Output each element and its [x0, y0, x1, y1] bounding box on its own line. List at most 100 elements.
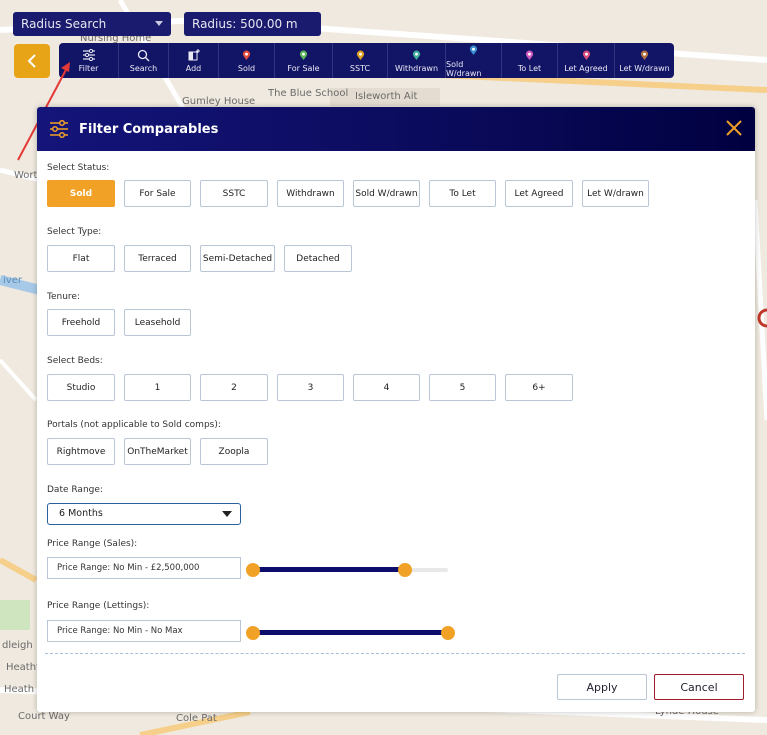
- price-lettings-field[interactable]: Price Range: No Min - No Max: [47, 620, 241, 642]
- radius-value-text: Radius: 500.00 m: [192, 17, 298, 31]
- portals-section-label: Portals (not applicable to Sold comps):: [47, 420, 221, 430]
- pin-icon: [412, 48, 421, 62]
- toolbar-sold-button[interactable]: Sold: [219, 43, 275, 78]
- slider-fill: [253, 630, 448, 635]
- toolbar-label: Let Agreed: [564, 64, 608, 73]
- status-option-let-agreed[interactable]: Let Agreed: [505, 180, 573, 207]
- slider-min-handle[interactable]: [246, 626, 260, 640]
- tenure-option-leasehold[interactable]: Leasehold: [124, 309, 191, 336]
- filter-icon: [50, 120, 68, 138]
- radius-search-select[interactable]: Radius Search: [13, 12, 171, 36]
- beds-option-3[interactable]: 3: [277, 374, 344, 401]
- status-option-to-let[interactable]: To Let: [429, 180, 496, 207]
- tenure-option-freehold[interactable]: Freehold: [47, 309, 115, 336]
- price-lettings-label: Price Range (Lettings):: [47, 601, 150, 611]
- toolbar-label: Let W/drawn: [619, 64, 670, 73]
- slider-max-handle[interactable]: [441, 626, 455, 640]
- beds-option-5[interactable]: 5: [429, 374, 496, 401]
- status-option-let-wdrawn[interactable]: Let W/drawn: [582, 180, 649, 207]
- pin-icon: [582, 48, 591, 62]
- toolbar-label: Sold: [237, 64, 256, 73]
- tenure-section-label: Tenure:: [47, 292, 80, 302]
- type-section-label: Select Type:: [47, 227, 102, 237]
- type-option-terraced[interactable]: Terraced: [124, 245, 191, 272]
- beds-option-2[interactable]: 2: [200, 374, 268, 401]
- map-label: Cole Pat: [176, 713, 217, 724]
- price-lettings-value: Price Range: No Min - No Max: [57, 626, 183, 636]
- portal-option-onthemarket[interactable]: OnTheMarket: [124, 438, 191, 465]
- pin-icon: [356, 48, 365, 62]
- status-option-withdrawn[interactable]: Withdrawn: [277, 180, 344, 207]
- toolbar-add-button[interactable]: Add: [169, 43, 219, 78]
- pin-icon: [525, 48, 534, 62]
- toolbar-for-sale-button[interactable]: For Sale: [275, 43, 333, 78]
- portal-option-zoopla[interactable]: Zoopla: [200, 438, 268, 465]
- status-option-sold[interactable]: Sold: [47, 180, 115, 207]
- beds-options: Studio 1 2 3 4 5 6+: [47, 374, 573, 401]
- slider-fill: [253, 567, 406, 572]
- toolbar-let-wdrawn-button[interactable]: Let W/drawn: [615, 43, 674, 78]
- toolbar-label: Add: [185, 64, 202, 73]
- status-section-label: Select Status:: [47, 163, 110, 173]
- toolbar-withdrawn-button[interactable]: Withdrawn: [388, 43, 446, 78]
- cancel-button[interactable]: Cancel: [654, 674, 744, 700]
- apply-button[interactable]: Apply: [557, 674, 647, 700]
- date-range-label: Date Range:: [47, 485, 103, 495]
- price-sales-slider[interactable]: [246, 562, 448, 578]
- pin-icon: [640, 48, 649, 62]
- filter-icon: [82, 48, 96, 62]
- toolbar-label: For Sale: [287, 64, 320, 73]
- date-range-select[interactable]: 6 Months: [47, 503, 241, 525]
- status-option-for-sale[interactable]: For Sale: [124, 180, 191, 207]
- status-option-sstc[interactable]: SSTC: [200, 180, 268, 207]
- toolbar-label: To Let: [517, 64, 542, 73]
- map-label: Heathf: [6, 662, 40, 673]
- dialog-header: Filter Comparables: [37, 107, 755, 151]
- toolbar-label: SSTC: [349, 64, 371, 73]
- beds-option-1[interactable]: 1: [124, 374, 191, 401]
- beds-option-6-plus[interactable]: 6+: [505, 374, 573, 401]
- type-option-detached[interactable]: Detached: [284, 245, 352, 272]
- radius-search-label: Radius Search: [21, 17, 107, 31]
- toolbar-label: Search: [129, 64, 158, 73]
- type-options: Flat Terraced Semi-Detached Detached: [47, 245, 352, 272]
- toolbar-label: Withdrawn: [394, 64, 439, 73]
- map-label: Court Way: [18, 711, 70, 722]
- type-option-semi-detached[interactable]: Semi-Detached: [200, 245, 275, 272]
- map-label: iver: [3, 275, 22, 286]
- map-label: dleigh: [2, 640, 33, 651]
- chevron-down-icon: [222, 511, 232, 517]
- slider-min-handle[interactable]: [246, 563, 260, 577]
- status-option-sold-wdrawn[interactable]: Sold W/drawn: [353, 180, 420, 207]
- close-icon[interactable]: [725, 119, 743, 137]
- type-option-flat[interactable]: Flat: [47, 245, 115, 272]
- map-label: Wort: [14, 170, 38, 181]
- pin-icon: [242, 48, 251, 62]
- search-icon: [137, 48, 150, 62]
- portal-option-rightmove[interactable]: Rightmove: [47, 438, 115, 465]
- toolbar-label: Filter: [78, 64, 99, 73]
- price-sales-field[interactable]: Price Range: No Min - £2,500,000: [47, 557, 241, 579]
- map-label: The Blue School: [268, 88, 349, 99]
- map-toolbar: Filter Search Add Sold For Sale SSTC Wit…: [59, 43, 674, 78]
- price-lettings-slider[interactable]: [246, 625, 455, 641]
- toolbar-let-agreed-button[interactable]: Let Agreed: [558, 43, 615, 78]
- beds-option-4[interactable]: 4: [353, 374, 420, 401]
- tenure-options: Freehold Leasehold: [47, 309, 191, 336]
- toolbar-search-button[interactable]: Search: [119, 43, 169, 78]
- status-options: Sold For Sale SSTC Withdrawn Sold W/draw…: [47, 180, 649, 207]
- beds-section-label: Select Beds:: [47, 356, 103, 366]
- toolbar-sstc-button[interactable]: SSTC: [333, 43, 388, 78]
- beds-option-studio[interactable]: Studio: [47, 374, 115, 401]
- filter-comparables-dialog: Filter Comparables Select Status: Sold F…: [37, 107, 755, 712]
- radius-value-display[interactable]: Radius: 500.00 m: [184, 12, 321, 36]
- toolbar-sold-wdrawn-button[interactable]: Sold W/drawn: [446, 43, 502, 78]
- dialog-title: Filter Comparables: [79, 121, 219, 137]
- pin-icon: [469, 44, 478, 58]
- add-icon: [188, 48, 200, 62]
- price-sales-value: Price Range: No Min - £2,500,000: [57, 563, 200, 573]
- toolbar-to-let-button[interactable]: To Let: [502, 43, 558, 78]
- map-label: Isleworth Ait: [355, 91, 418, 102]
- toolbar-label: Sold W/drawn: [446, 59, 482, 78]
- slider-max-handle[interactable]: [398, 563, 413, 577]
